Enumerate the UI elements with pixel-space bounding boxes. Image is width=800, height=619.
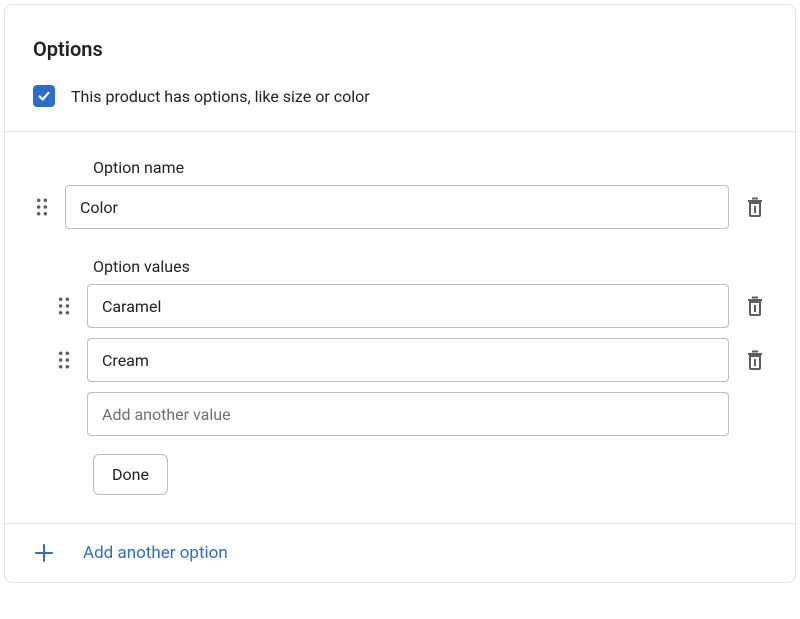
card-title: Options <box>33 37 767 61</box>
drag-handle-icon[interactable] <box>33 198 51 216</box>
option-value-input[interactable] <box>87 338 729 382</box>
delete-value-button[interactable] <box>743 294 767 318</box>
trash-icon <box>745 296 765 316</box>
add-option-link[interactable]: Add another option <box>83 543 228 563</box>
add-value-row <box>33 392 767 436</box>
option-name-input[interactable] <box>65 185 729 229</box>
has-options-checkbox[interactable] <box>33 85 55 107</box>
done-button[interactable]: Done <box>93 454 168 495</box>
done-row: Done <box>93 454 767 495</box>
card-footer: Add another option <box>5 523 795 582</box>
drag-handle-icon[interactable] <box>55 351 73 369</box>
check-icon <box>37 89 51 103</box>
option-value-row <box>33 284 767 328</box>
option-value-input[interactable] <box>87 284 729 328</box>
options-card: Options This product has options, like s… <box>4 4 796 583</box>
drag-handle-icon[interactable] <box>55 297 73 315</box>
delete-option-button[interactable] <box>743 195 767 219</box>
option-values-label: Option values <box>93 257 767 276</box>
delete-value-button[interactable] <box>743 348 767 372</box>
has-options-row: This product has options, like size or c… <box>33 85 767 107</box>
option-value-row <box>33 338 767 382</box>
trash-icon <box>745 197 765 217</box>
card-header: Options This product has options, like s… <box>5 5 795 131</box>
option-name-label: Option name <box>93 158 767 177</box>
grip-icon <box>57 297 71 315</box>
trash-icon <box>745 350 765 370</box>
grip-icon <box>57 351 71 369</box>
plus-icon <box>33 542 55 564</box>
add-value-input[interactable] <box>87 392 729 436</box>
option-body: Option name <box>5 132 795 523</box>
option-name-row <box>33 185 767 229</box>
has-options-label: This product has options, like size or c… <box>71 87 370 106</box>
grip-icon <box>35 198 49 216</box>
